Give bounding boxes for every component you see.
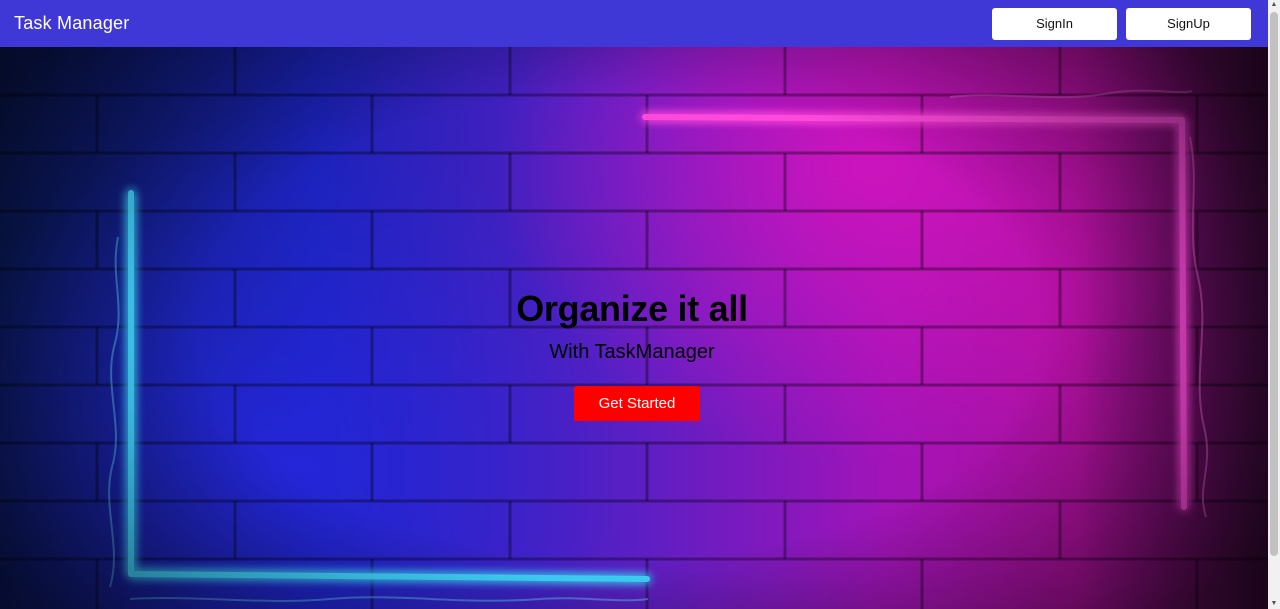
top-navbar: Task Manager SignIn SignUp — [0, 0, 1268, 47]
brand-logo-text[interactable]: Task Manager — [14, 13, 129, 34]
hero-title: Organize it all — [516, 288, 748, 329]
hero-section: Organize it all With TaskManager Get Sta… — [0, 47, 1268, 609]
hero-content: Organize it all With TaskManager Get Sta… — [0, 47, 1268, 609]
scroll-up-icon[interactable]: ▲ — [1268, 0, 1280, 10]
nav-actions: SignIn SignUp — [992, 7, 1251, 40]
signup-button[interactable]: SignUp — [1126, 7, 1251, 40]
page-viewport: Task Manager SignIn SignUp Organize it a… — [0, 0, 1268, 609]
scroll-thumb[interactable] — [1270, 12, 1278, 556]
page-scrollbar[interactable]: ▲ ▼ — [1268, 0, 1280, 609]
hero-subtitle: With TaskManager — [549, 341, 715, 363]
get-started-button[interactable]: Get Started — [574, 386, 700, 421]
scroll-down-icon[interactable]: ▼ — [1268, 599, 1280, 609]
signin-button[interactable]: SignIn — [992, 7, 1117, 40]
